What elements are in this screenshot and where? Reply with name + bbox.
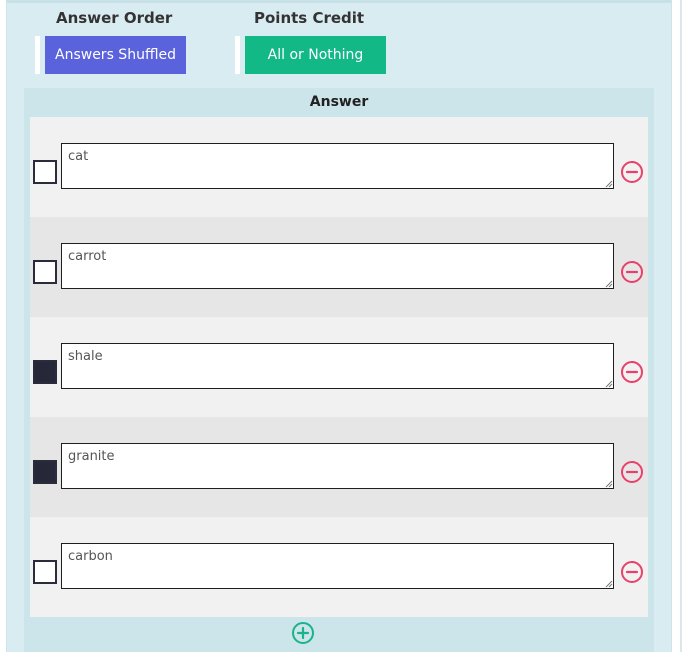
answer-row: cat	[30, 117, 648, 217]
minus-circle-icon[interactable]	[620, 260, 644, 284]
resize-grip-icon[interactable]	[605, 480, 613, 488]
answer-row: granite	[30, 417, 648, 517]
correct-checkbox[interactable]	[33, 160, 57, 184]
answer-order-bar	[35, 36, 40, 74]
resize-grip-icon[interactable]	[605, 380, 613, 388]
plus-circle-icon[interactable]	[291, 621, 315, 645]
minus-circle-icon[interactable]	[620, 460, 644, 484]
resize-grip-icon[interactable]	[605, 280, 613, 288]
minus-circle-icon[interactable]	[620, 560, 644, 584]
points-credit-bar	[235, 36, 240, 74]
answers-panel: Answer cat carrot shale granite carbon	[24, 88, 654, 652]
answer-order-label: Answer Order	[56, 9, 173, 27]
answer-input[interactable]: carrot	[61, 243, 614, 289]
page-scroll-rail	[680, 0, 682, 652]
answers-panel-title: Answer	[309, 94, 369, 110]
resize-grip-icon[interactable]	[605, 580, 613, 588]
answer-input[interactable]: cat	[61, 143, 614, 189]
answer-row: carbon	[30, 517, 648, 617]
correct-checkbox[interactable]	[33, 260, 57, 284]
correct-checkbox[interactable]	[33, 460, 57, 484]
frame-top-border	[7, 0, 671, 3]
resize-grip-icon[interactable]	[605, 180, 613, 188]
points-credit-label: Points Credit	[254, 9, 365, 27]
correct-checkbox[interactable]	[33, 360, 57, 384]
minus-circle-icon[interactable]	[620, 360, 644, 384]
answer-input[interactable]: carbon	[61, 543, 614, 589]
points-credit-button[interactable]: All or Nothing	[245, 36, 386, 74]
minus-circle-icon[interactable]	[620, 160, 644, 184]
correct-checkbox[interactable]	[33, 560, 57, 584]
answer-order-button[interactable]: Answers Shuffled	[45, 36, 186, 74]
answer-input[interactable]: granite	[61, 443, 614, 489]
answer-row: carrot	[30, 217, 648, 317]
answer-input[interactable]: shale	[61, 343, 614, 389]
answer-row: shale	[30, 317, 648, 417]
